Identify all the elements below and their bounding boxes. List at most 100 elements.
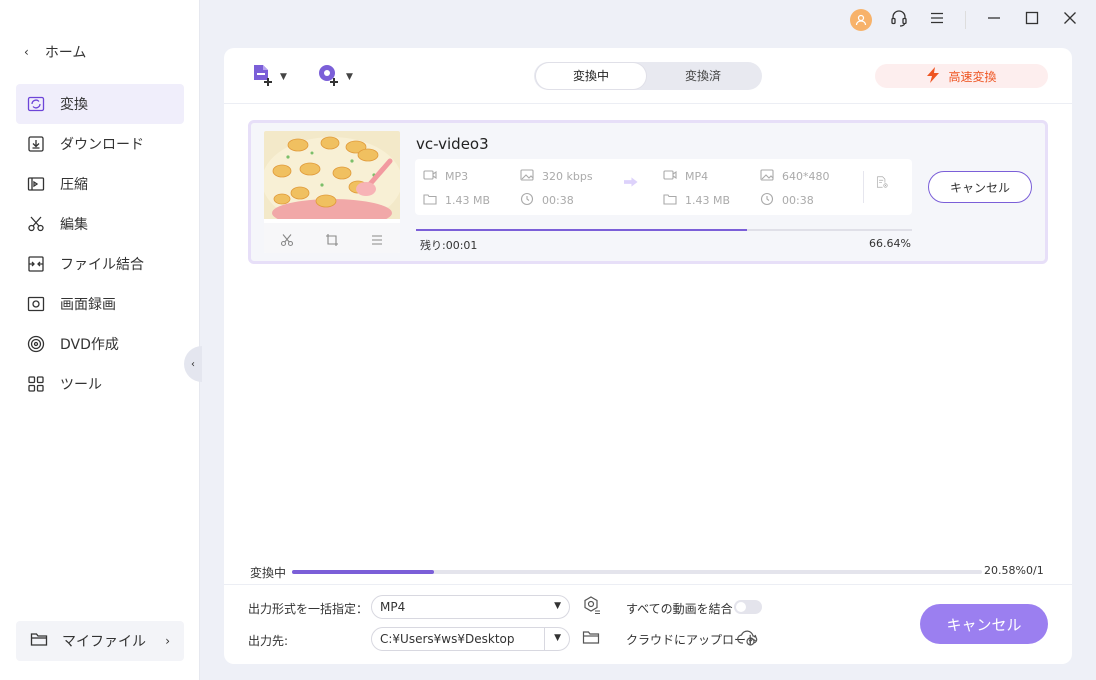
- overall-progress-count: 0/1: [1026, 564, 1044, 577]
- effects-button[interactable]: [367, 230, 387, 250]
- sidebar: ‹ ホーム 変換 ダウンロード 圧縮 編集 ファイル結合 画面録画 DVD作成 …: [0, 0, 200, 680]
- output-folder-select[interactable]: C:¥Users¥ws¥Desktop ▼: [371, 627, 570, 651]
- output-settings-button[interactable]: [875, 175, 889, 193]
- sidebar-item-convert[interactable]: 変換: [16, 84, 184, 124]
- minimize-icon: [987, 11, 1001, 29]
- divider: [863, 171, 864, 203]
- chevron-down-icon: ▼: [554, 633, 561, 643]
- title-bar-divider: [965, 11, 966, 29]
- user-avatar-button[interactable]: [849, 8, 873, 32]
- folder-icon: [663, 192, 677, 209]
- sidebar-item-edit[interactable]: 編集: [16, 204, 184, 244]
- overall-progress-percent: 20.58%: [984, 564, 1026, 577]
- tools-icon: [26, 374, 46, 394]
- sidebar-item-dvd[interactable]: DVD作成: [16, 324, 184, 364]
- cancel-all-button[interactable]: キャンセル: [920, 604, 1048, 644]
- source-bitrate: 320 kbps: [520, 168, 593, 185]
- file-settings-icon: [875, 176, 889, 193]
- menu-button[interactable]: [925, 8, 949, 32]
- maximize-button[interactable]: [1020, 8, 1044, 32]
- overall-progress-bar: [292, 570, 982, 574]
- overall-status-label: 変換中: [250, 566, 287, 580]
- target-format-value: MP4: [685, 170, 709, 183]
- video-icon: [423, 168, 437, 185]
- cloud-upload-icon: [737, 628, 759, 650]
- file-name: vc-video3: [416, 135, 489, 153]
- crop-button[interactable]: [322, 230, 342, 250]
- tab-converted[interactable]: 変換済: [646, 63, 760, 89]
- sidebar-item-label: ダウンロード: [60, 137, 144, 153]
- merge-videos-label: すべての動画を結合: [626, 602, 733, 616]
- source-size-value: 1.43 MB: [445, 194, 491, 207]
- cloud-upload-button[interactable]: [736, 628, 760, 650]
- trim-button[interactable]: [277, 230, 297, 250]
- scissors-icon: [277, 230, 297, 250]
- crop-icon: [322, 230, 342, 250]
- source-duration: 00:38: [520, 192, 574, 209]
- divider: [224, 584, 1072, 585]
- sidebar-item-label: DVD作成: [60, 337, 119, 353]
- sidebar-item-download[interactable]: ダウンロード: [16, 124, 184, 164]
- close-button[interactable]: [1058, 8, 1082, 32]
- lightning-icon: [926, 66, 940, 86]
- source-format-value: MP3: [445, 170, 469, 183]
- compress-icon: [26, 174, 46, 194]
- add-file-button[interactable]: ▼: [250, 62, 287, 92]
- maximize-icon: [1025, 11, 1039, 29]
- target-resolution-value: 640*480: [782, 170, 830, 183]
- sidebar-item-compress[interactable]: 圧縮: [16, 164, 184, 204]
- fast-convert-button[interactable]: 高速変換: [875, 64, 1048, 88]
- sidebar-item-label: 編集: [60, 217, 88, 233]
- chevron-down-icon: ▼: [280, 72, 287, 82]
- support-button[interactable]: [887, 8, 911, 32]
- format-settings-button[interactable]: [580, 596, 602, 618]
- sidebar-item-merge[interactable]: ファイル結合: [16, 244, 184, 284]
- image-icon: [520, 168, 534, 185]
- target-size: 1.43 MB: [663, 192, 730, 209]
- folder-icon: [30, 631, 48, 651]
- thumbnail-image: [264, 131, 400, 227]
- add-file-icon: [250, 62, 276, 92]
- format-info: MP3 320 kbps 1.43 MB 00:38 MP4 640*480 1…: [415, 159, 912, 215]
- target-size-value: 1.43 MB: [685, 194, 731, 207]
- target-resolution: 640*480: [760, 168, 830, 185]
- sidebar-item-label: 圧縮: [60, 177, 88, 193]
- output-format-label: 出力形式を一括指定：: [248, 602, 369, 616]
- target-duration: 00:38: [760, 192, 814, 209]
- chevron-down-icon: ▼: [346, 72, 353, 82]
- image-icon: [760, 168, 774, 185]
- download-icon: [26, 134, 46, 154]
- sidebar-nav: 変換 ダウンロード 圧縮 編集 ファイル結合 画面録画 DVD作成 ツール: [16, 84, 184, 404]
- sidebar-item-label: ファイル結合: [60, 257, 144, 273]
- output-folder-value: C:¥Users¥ws¥Desktop: [380, 632, 515, 646]
- merge-videos-toggle[interactable]: [734, 600, 762, 614]
- toolbar: ▼ ▼ 変換中 変換済 高速変換: [224, 48, 1072, 104]
- video-icon: [663, 168, 677, 185]
- source-format: MP3: [423, 168, 468, 185]
- clock-icon: [520, 192, 534, 209]
- my-files-button[interactable]: マイファイル ›: [16, 621, 184, 661]
- main-panel: ▼ ▼ 変換中 変換済 高速変換 vc-video3 MP3 320 kbps …: [224, 48, 1072, 664]
- user-avatar-icon: [850, 9, 872, 31]
- minimize-button[interactable]: [982, 8, 1006, 32]
- overall-progress-fill: [292, 570, 434, 574]
- chevron-right-icon: ›: [165, 634, 170, 648]
- home-link[interactable]: ‹ ホーム: [24, 40, 86, 64]
- screen-record-icon: [26, 294, 46, 314]
- sidebar-item-screen-record[interactable]: 画面録画: [16, 284, 184, 324]
- sidebar-item-label: ツール: [60, 377, 102, 393]
- add-dvd-button[interactable]: ▼: [316, 62, 353, 92]
- open-folder-button[interactable]: [580, 628, 602, 650]
- output-format-select[interactable]: MP4 ▼: [371, 595, 570, 619]
- tab-converting[interactable]: 変換中: [536, 63, 646, 89]
- convert-icon: [26, 94, 46, 114]
- source-bitrate-value: 320 kbps: [542, 170, 593, 183]
- convert-arrow-icon: [624, 175, 638, 193]
- sidebar-item-tools[interactable]: ツール: [16, 364, 184, 404]
- cancel-task-button[interactable]: キャンセル: [928, 171, 1032, 203]
- video-thumbnail[interactable]: [264, 131, 400, 253]
- add-dvd-icon: [316, 62, 342, 92]
- time-remaining: 残り:00:01: [420, 239, 478, 252]
- close-icon: [1063, 11, 1077, 29]
- output-format-value: MP4: [380, 600, 406, 614]
